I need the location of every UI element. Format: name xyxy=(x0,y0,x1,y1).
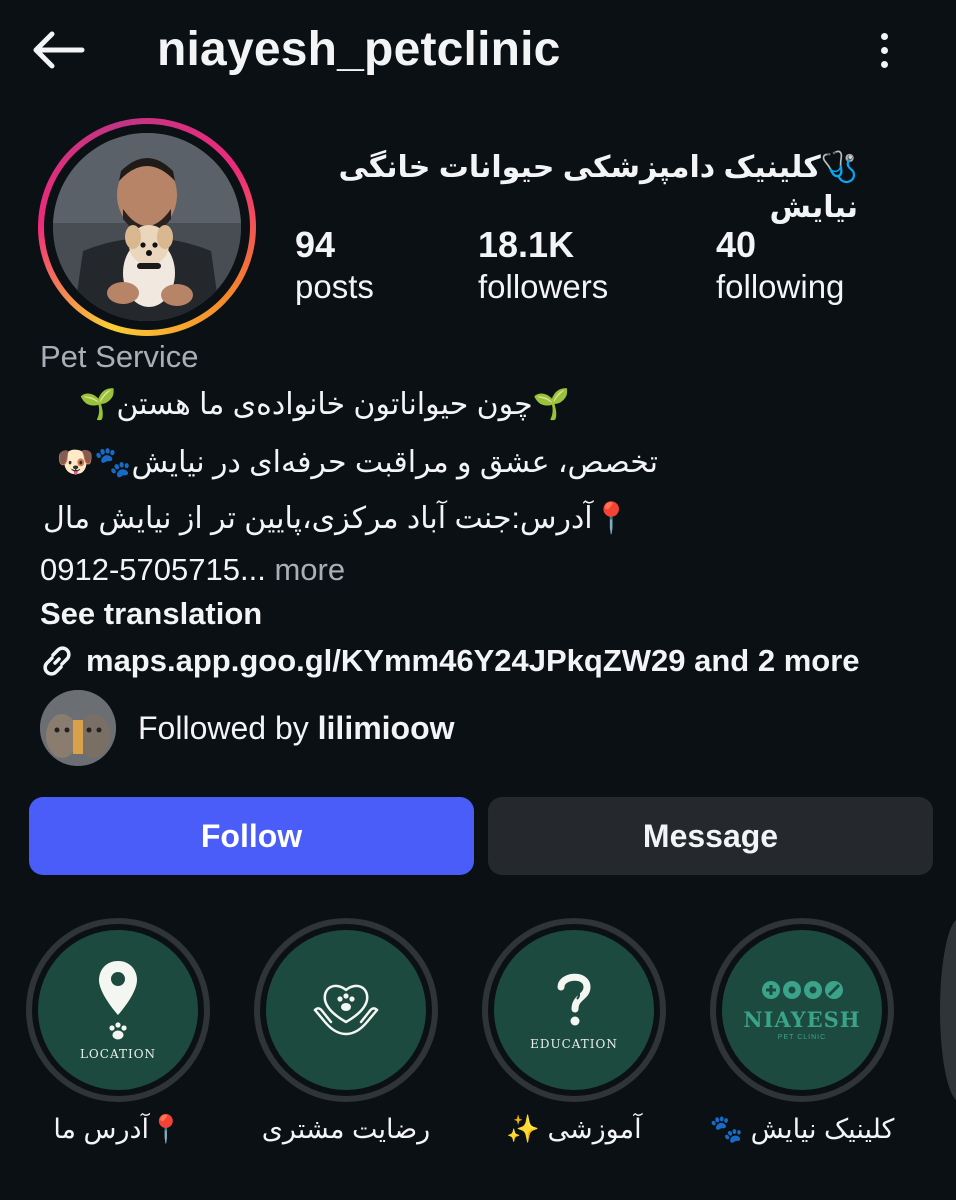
paw-in-hands-icon xyxy=(313,984,379,1036)
stat-following-value: 40 xyxy=(716,224,757,265)
stat-followers-value: 18.1K xyxy=(478,224,575,265)
stat-following[interactable]: 40 following xyxy=(716,224,844,308)
highlight-location-label: LOCATION xyxy=(79,1047,157,1061)
more-options-icon[interactable] xyxy=(860,22,908,78)
highlight-satisfaction-caption: رضایت مشتری xyxy=(261,1114,431,1144)
profile-full-name: 🩺کلینیک دامپزشکی حیوانات خانگی نیایش xyxy=(338,151,858,224)
profile-link[interactable]: maps.app.goo.gl/KYmm46Y24JPkqZW29 and 2 … xyxy=(40,641,860,681)
highlight-education-label: EDUCATION xyxy=(530,1037,618,1051)
profile-category: Pet Service xyxy=(40,339,199,374)
stat-following-label: following xyxy=(716,268,845,305)
followed-by-username[interactable]: lilimioow xyxy=(318,710,455,746)
stat-posts-label: posts xyxy=(295,268,374,305)
niayesh-logo-icon xyxy=(762,981,843,999)
highlight-clinic-logo-text: NIAYESH xyxy=(743,1007,861,1032)
profile-avatar[interactable] xyxy=(38,118,256,336)
question-mark-icon xyxy=(557,973,591,1026)
bio-phone: 0912-5705715... more xyxy=(40,550,345,590)
profile-link-text: maps.app.goo.gl/KYmm46Y24JPkqZW29 and 2 … xyxy=(86,643,860,678)
stat-posts[interactable]: 94 posts xyxy=(295,224,374,308)
back-button[interactable] xyxy=(26,20,90,80)
bio-more-link[interactable]: more xyxy=(274,552,345,587)
profile-username: niayesh_petclinic xyxy=(157,23,561,76)
paw-icon xyxy=(109,1022,127,1040)
location-pin-icon xyxy=(99,961,137,1015)
followed-by-prefix: Followed by xyxy=(138,710,309,746)
highlight-clinic-logo-sub: PET CLINIC xyxy=(777,1034,827,1041)
bio-phone-number: 0912-5705715... xyxy=(40,552,266,587)
highlight-location-caption: 📍آدرس ما xyxy=(53,1114,183,1144)
highlight-clinic-caption: کلینیک نیایش 🐾 xyxy=(709,1114,895,1144)
stat-followers[interactable]: 18.1K followers xyxy=(478,224,608,308)
followed-by-text: Followed by lilimioow xyxy=(138,708,455,748)
avatar-photo xyxy=(53,133,241,321)
bio-line-2: تخصص، عشق و مراقبت حرفه‌ای در نیایش🐾🐶 xyxy=(56,446,658,479)
followed-by-row[interactable]: Followed by lilimioow xyxy=(40,690,455,766)
stat-followers-label: followers xyxy=(478,268,609,305)
highlight-clinic[interactable]: NIAYESH PET CLINIC کلینیک نیایش 🐾 xyxy=(709,918,895,1158)
highlight-satisfaction[interactable]: رضایت مشتری xyxy=(253,918,439,1158)
bio-line-3: 📍آدرس:جنت آباد مرکزی،پایین تر از نیایش م… xyxy=(43,502,630,535)
link-icon xyxy=(43,646,71,676)
see-translation-link[interactable]: See translation xyxy=(40,595,262,633)
highlight-education-caption: آموزشی ✨ xyxy=(506,1114,642,1144)
highlight-partial[interactable] xyxy=(940,918,956,1102)
highlight-location[interactable]: LOCATION 📍آدرس ما xyxy=(25,918,211,1158)
bio-line-1: 🌱چون حیواناتون خانواده‌ی ما هستن🌱 xyxy=(78,388,570,421)
followed-by-avatar xyxy=(40,690,116,766)
highlight-education[interactable]: EDUCATION آموزشی ✨ xyxy=(481,918,667,1158)
back-arrow-icon xyxy=(33,31,85,69)
follow-button[interactable]: Follow xyxy=(29,797,474,875)
message-button[interactable]: Message xyxy=(488,797,933,875)
stat-posts-value: 94 xyxy=(295,224,336,265)
